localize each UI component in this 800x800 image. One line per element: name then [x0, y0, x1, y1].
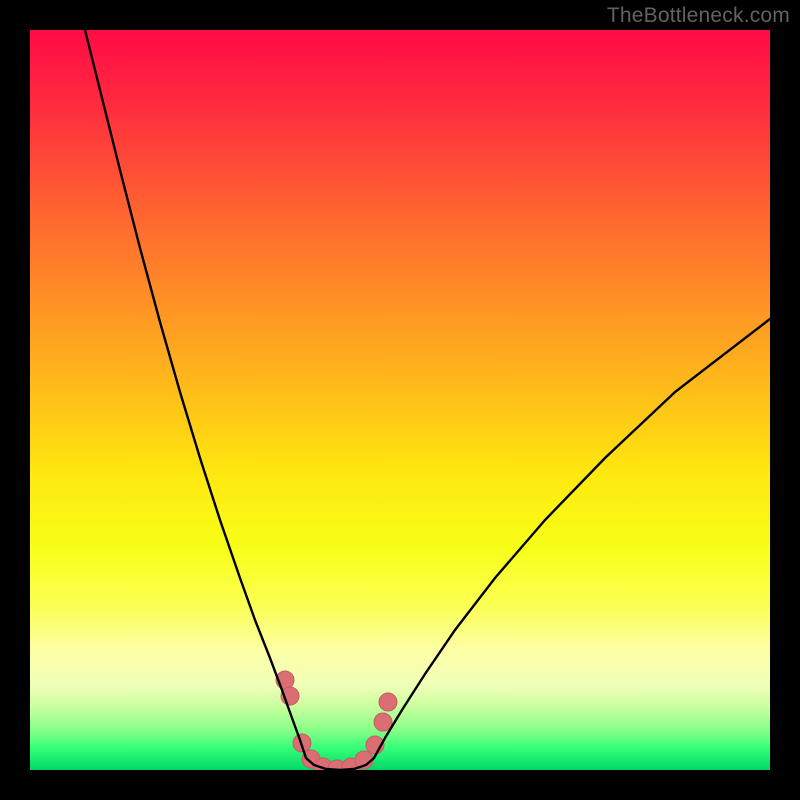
- highlight-marker: [379, 693, 397, 711]
- chart-svg: [30, 30, 770, 770]
- bottleneck-curve: [85, 30, 770, 770]
- watermark-label: TheBottleneck.com: [607, 4, 790, 28]
- highlight-marker: [374, 713, 392, 731]
- outer-frame: TheBottleneck.com: [0, 0, 800, 800]
- plot-area: [30, 30, 770, 770]
